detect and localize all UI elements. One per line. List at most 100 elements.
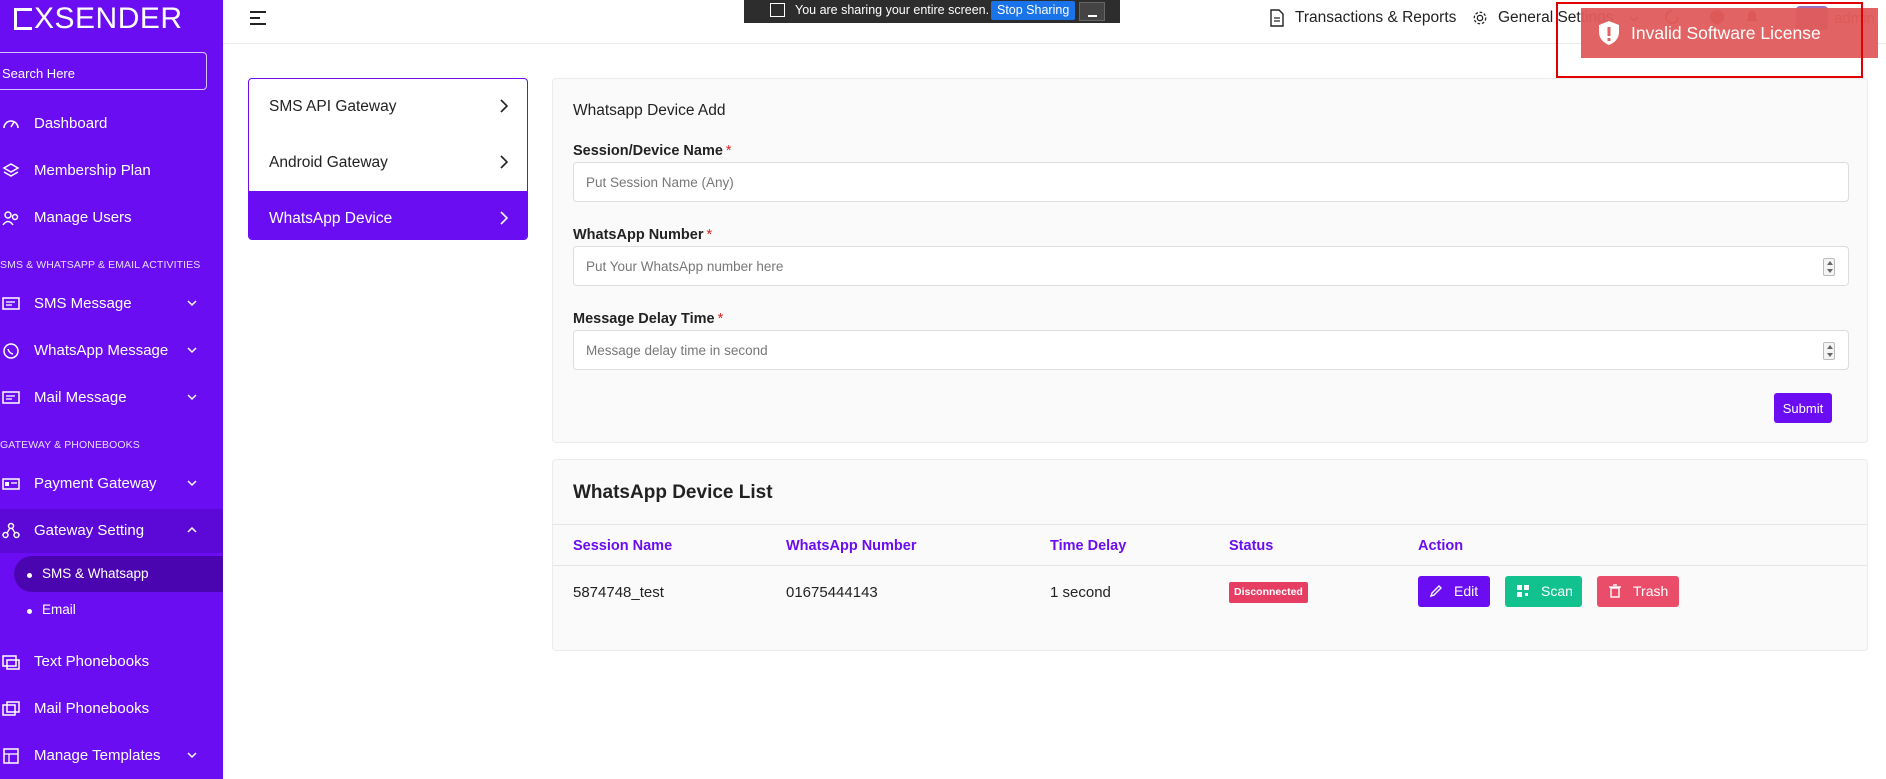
chevron-up-icon	[187, 526, 197, 533]
sidebar-item-whatsapp-message[interactable]: WhatsApp Message	[0, 329, 223, 373]
chevron-right-icon	[500, 99, 509, 113]
trash-label: Trash	[1633, 583, 1669, 599]
cell-delay: 1 second	[1050, 584, 1111, 601]
session-name-label: Session/Device Name *	[573, 143, 732, 159]
sidebar-item-mail-phonebooks[interactable]: Mail Phonebooks	[0, 687, 223, 731]
required-mark: *	[725, 143, 732, 159]
column-header-number: WhatsApp Number	[786, 538, 917, 554]
column-header-delay: Time Delay	[1050, 538, 1127, 554]
sidebar-item-label: Payment Gateway	[34, 475, 157, 492]
scan-button[interactable]: Scan	[1505, 576, 1582, 607]
section-gateway: GATEWAY & PHONEBOOKS	[0, 439, 140, 451]
sidebar-item-membership[interactable]: Membership Plan	[0, 149, 223, 193]
stop-sharing-button[interactable]: Stop Sharing	[991, 1, 1076, 20]
whatsapp-number-label: WhatsApp Number *	[573, 227, 712, 243]
delay-stepper[interactable]	[1823, 342, 1835, 360]
logo-mark	[14, 8, 32, 30]
transactions-reports-link[interactable]: Transactions & Reports	[1269, 9, 1456, 27]
gateway-menu-label: Android Gateway	[269, 154, 388, 171]
sidebar-item-label: Mail Phonebooks	[34, 700, 150, 717]
template-icon	[3, 748, 19, 764]
sidebar-item-label: Text Phonebooks	[34, 653, 150, 670]
layers-icon	[2, 163, 20, 177]
device-list-card: WhatsApp Device List Session Name WhatsA…	[552, 459, 1868, 651]
gateway-menu-label: WhatsApp Device	[269, 210, 393, 227]
sidebar: XSENDER Search Here Dashboard Membership…	[0, 0, 223, 779]
sidebar-search-input[interactable]: Search Here	[0, 52, 207, 90]
trash-button[interactable]: Trash	[1597, 576, 1679, 607]
sub-item-sms-whatsapp[interactable]: SMS & Whatsapp	[27, 566, 149, 581]
sidebar-item-label: Membership Plan	[34, 162, 151, 179]
whatsapp-number-input[interactable]: Put Your WhatsApp number here	[573, 246, 1849, 286]
qr-icon	[1517, 585, 1529, 597]
transactions-label: Transactions & Reports	[1295, 9, 1457, 26]
label-text: WhatsApp Number	[573, 227, 704, 243]
pencil-icon	[1429, 585, 1442, 598]
sidebar-item-dashboard[interactable]: Dashboard	[0, 102, 223, 146]
sidebar-item-gateway-setting[interactable]: Gateway Setting	[0, 509, 223, 553]
sidebar-item-label: WhatsApp Message	[34, 342, 169, 359]
divider	[553, 524, 1867, 525]
form-title: Whatsapp Device Add	[573, 102, 726, 119]
sidebar-item-manage-templates[interactable]: Manage Templates	[0, 734, 223, 778]
delay-time-input[interactable]: Message delay time in second	[573, 330, 1849, 370]
mail-phonebook-icon	[2, 701, 20, 716]
required-mark: *	[706, 227, 713, 243]
gateway-menu-whatsapp-device[interactable]: WhatsApp Device	[249, 191, 527, 239]
device-list-title: WhatsApp Device List	[573, 482, 773, 503]
gateway-menu-sms-api[interactable]: SMS API Gateway	[249, 79, 527, 135]
chevron-right-icon	[500, 155, 509, 169]
message-icon	[2, 297, 20, 310]
menu-toggle-icon[interactable]	[250, 10, 270, 26]
whatsapp-icon	[3, 343, 19, 359]
dashboard-icon	[3, 120, 19, 129]
users-icon	[2, 211, 19, 226]
required-mark: *	[717, 311, 724, 327]
logo[interactable]: XSENDER	[14, 2, 183, 36]
highlight-box	[1556, 2, 1863, 78]
number-stepper[interactable]	[1823, 258, 1835, 276]
gateway-menu-android[interactable]: Android Gateway	[249, 135, 527, 191]
share-message: You are sharing your entire screen.	[795, 3, 990, 17]
gear-icon	[1473, 11, 1487, 25]
chevron-down-icon	[187, 300, 197, 307]
chevron-down-icon	[187, 752, 197, 759]
sidebar-item-text-phonebooks[interactable]: Text Phonebooks	[0, 640, 223, 684]
edit-button[interactable]: Edit	[1418, 576, 1490, 607]
cell-number: 01675444143	[786, 584, 878, 601]
trash-icon	[1609, 584, 1621, 598]
column-header-status: Status	[1229, 538, 1274, 554]
sub-item-email[interactable]: Email	[27, 602, 76, 617]
sidebar-item-mail-message[interactable]: Mail Message	[0, 376, 223, 420]
section-activities: SMS & WHATSAPP & EMAIL ACTIVITIES	[0, 259, 201, 271]
chevron-right-icon	[500, 211, 509, 225]
placeholder-text: Message delay time in second	[586, 343, 768, 358]
divider	[553, 565, 1867, 566]
sidebar-item-label: Gateway Setting	[34, 522, 145, 539]
submit-button[interactable]: Submit	[1774, 393, 1832, 423]
chevron-down-icon	[187, 480, 197, 487]
gateway-icon	[2, 522, 20, 539]
label-text: Session/Device Name	[573, 143, 723, 159]
column-header-action: Action	[1418, 538, 1464, 554]
sidebar-item-label: Manage Templates	[34, 747, 161, 764]
sidebar-item-sms-message[interactable]: SMS Message	[0, 282, 223, 326]
sidebar-item-manage-users[interactable]: Manage Users	[0, 196, 223, 240]
logo-text: XSENDER	[34, 2, 183, 35]
sidebar-item-label: Dashboard	[34, 115, 108, 132]
minimize-button[interactable]	[1079, 2, 1105, 21]
chevron-down-icon	[187, 394, 197, 401]
edit-label: Edit	[1454, 583, 1479, 599]
document-icon	[1270, 9, 1284, 27]
payment-icon	[2, 478, 20, 490]
session-name-input[interactable]: Put Session Name (Any)	[573, 162, 1849, 202]
sub-item-label: Email	[42, 602, 76, 617]
sidebar-item-label: SMS Message	[34, 295, 132, 312]
sub-item-label: SMS & Whatsapp	[42, 566, 149, 581]
scan-label: Scan	[1541, 583, 1573, 599]
sidebar-item-payment-gateway[interactable]: Payment Gateway	[0, 462, 223, 506]
screen-share-bar: You are sharing your entire screen. Stop…	[744, 0, 1120, 23]
sidebar-item-label: Mail Message	[34, 389, 127, 406]
whatsapp-device-form: Whatsapp Device Add Session/Device Name *…	[552, 78, 1868, 443]
mail-icon	[2, 391, 20, 404]
